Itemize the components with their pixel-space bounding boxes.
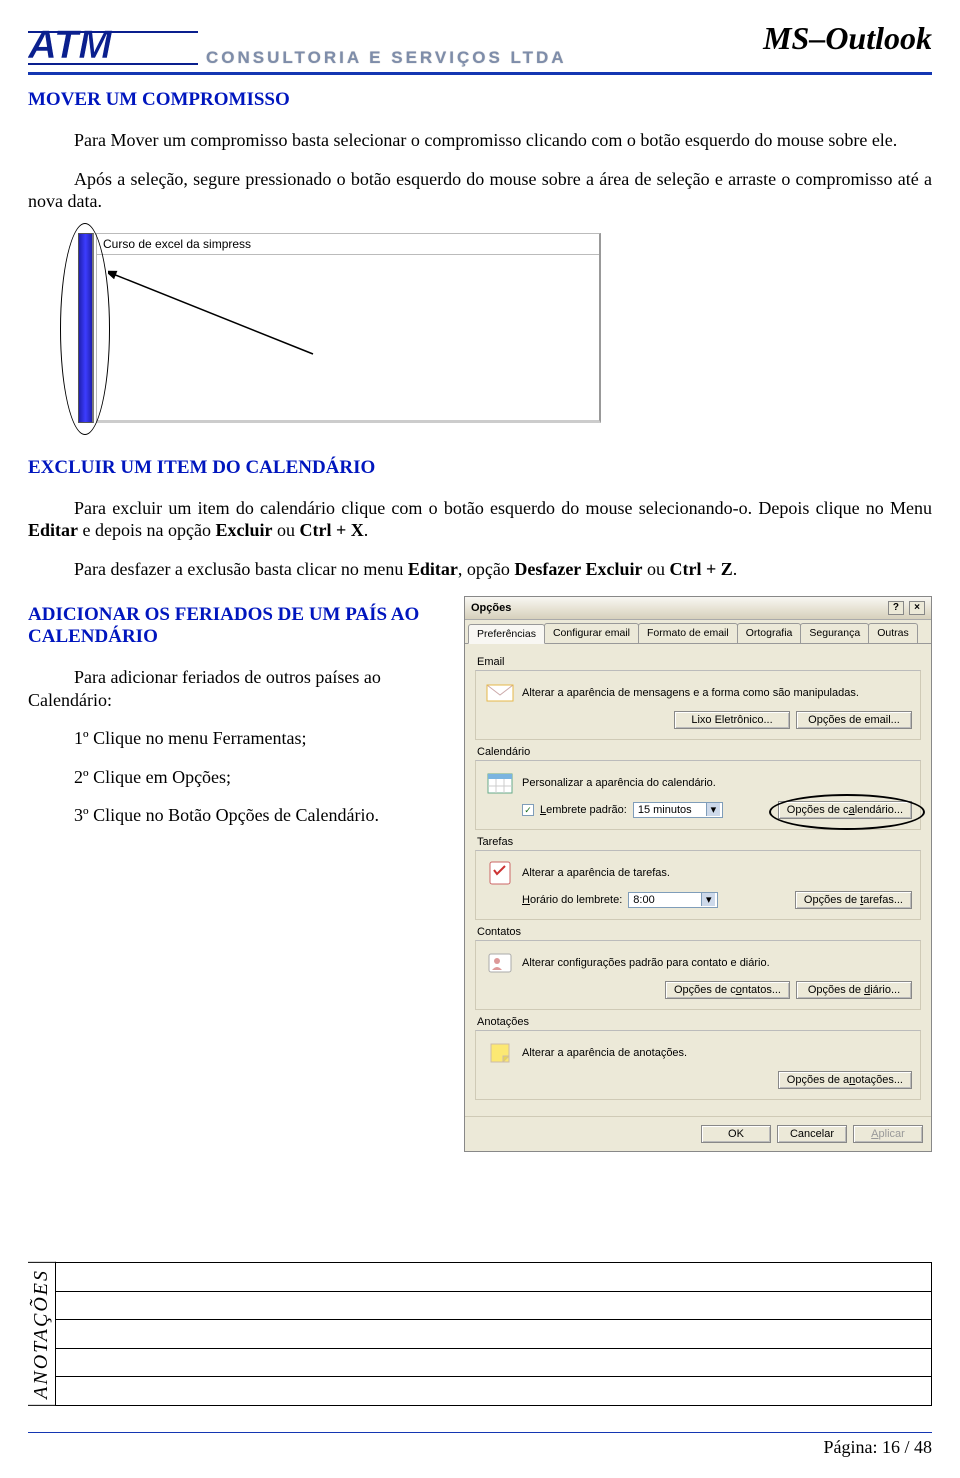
section3-para1: Para adicionar feriados de outros países… (28, 666, 448, 711)
section-heading-excluir: EXCLUIR UM ITEM DO CALENDÁRIO (28, 457, 932, 479)
section-notes: Alterar a aparência de anotações. Opções… (475, 1030, 921, 1100)
calendar-blue-bar (78, 233, 94, 423)
ok-button[interactable]: OK (701, 1125, 771, 1143)
section1-para2: Após a seleção, segure pressionado o bot… (28, 168, 932, 213)
section-tasks: Alterar a aparência de tarefas. Horário … (475, 850, 921, 920)
dialog-body: Email Alterar a aparência de mensagens e… (465, 644, 931, 1116)
annotations-box: ANOTAÇÕES (28, 1262, 932, 1406)
annotation-line (56, 1320, 931, 1349)
section-label-contacts: Contatos (477, 926, 921, 938)
email-desc: Alterar a aparência de mensagens e a for… (522, 687, 912, 699)
s2p1-b3: Ctrl + X (299, 520, 363, 540)
s2p2-d: . (733, 559, 738, 579)
section-email: Alterar a aparência de mensagens e a for… (475, 670, 921, 740)
section-label-tasks: Tarefas (477, 836, 921, 848)
s2p1-b1: Editar (28, 520, 78, 540)
section-contacts: Alterar configurações padrão para contat… (475, 940, 921, 1010)
section-label-email: Email (477, 656, 921, 668)
section2-para1: Para excluir um item do calendário cliqu… (28, 497, 932, 542)
tab-preferencias[interactable]: Preferências (468, 624, 545, 644)
tasks-icon (484, 859, 516, 887)
s2p1-c: ou (272, 520, 299, 540)
options-dialog: Opções ? × Preferências Configurar email… (464, 596, 932, 1152)
tasks-time-select[interactable]: 8:00 (628, 892, 718, 908)
reminder-checkbox[interactable]: ✓ (522, 804, 534, 816)
page-footer: Página: 16 / 48 (28, 1432, 932, 1458)
apply-button[interactable]: Aplicar (853, 1125, 923, 1143)
s2p2-c: ou (642, 559, 669, 579)
section3-step1: 1º Clique no menu Ferramentas; (28, 727, 448, 750)
calendar-event-box: Curso de excel da simpress (96, 233, 601, 423)
notes-icon (484, 1039, 516, 1067)
calendar-event-text: Curso de excel da simpress (97, 234, 599, 255)
section-heading-feriados: ADICIONAR OS FERIADOS DE UM PAÍS AO CALE… (28, 604, 448, 648)
tasks-reminder-label: Horário do lembrete: (522, 894, 622, 906)
logo-image: ATM (28, 20, 198, 70)
annotations-lines (56, 1262, 932, 1406)
journal-options-button[interactable]: Opções de diário... (796, 981, 912, 999)
dialog-titlebar: Opções ? × (465, 597, 931, 620)
section-calendar: Personalizar a aparência do calendário. … (475, 760, 921, 830)
header-title: MS–Outlook (763, 20, 932, 57)
s2p2-b: , opção (458, 559, 514, 579)
calendar-options-button[interactable]: Opções de calendário... (778, 801, 912, 819)
tasks-options-button[interactable]: Opções de tarefas... (795, 891, 912, 909)
annotation-line (56, 1263, 931, 1292)
close-button[interactable]: × (909, 601, 925, 615)
reminder-label: LLembrete padrão:embrete padrão: (540, 804, 627, 816)
section-heading-mover: MOVER UM COMPROMISSO (28, 89, 932, 111)
s2p1-b2: Excluir (215, 520, 272, 540)
notes-desc: Alterar a aparência de anotações. (522, 1047, 912, 1059)
section2-para2: Para desfazer a exclusão basta clicar no… (28, 558, 932, 581)
s2p1-b: e depois na opção (78, 520, 215, 540)
junk-email-button[interactable]: Lixo Eletrônico... (674, 711, 790, 729)
section3-step2: 2º Clique em Opções; (28, 766, 448, 789)
calendar-desc: Personalizar a aparência do calendário. (522, 777, 912, 789)
logo-subtitle: CONSULTORIA E SERVIÇOS LTDA (206, 23, 567, 68)
annotation-line (56, 1292, 931, 1321)
s2p1-a: Para excluir um item do calendário cliqu… (74, 498, 932, 518)
envelope-icon (484, 679, 516, 707)
annotation-line (56, 1377, 931, 1405)
cancel-button[interactable]: Cancelar (777, 1125, 847, 1143)
s2p2-b5: Desfazer Excluir (514, 559, 642, 579)
s2p2-b4: Editar (408, 559, 458, 579)
dialog-title-text: Opções (471, 602, 511, 614)
notes-options-button[interactable]: Opções de anotações... (778, 1071, 912, 1089)
figure-calendar-event: Curso de excel da simpress (56, 229, 616, 429)
contacts-icon (484, 949, 516, 977)
logo-block: ATM CONSULTORIA E SERVIÇOS LTDA (28, 20, 567, 70)
dialog-window-buttons: ? × (886, 601, 925, 615)
tab-configurar-email[interactable]: Configurar email (544, 623, 639, 643)
tab-outras[interactable]: Outras (868, 623, 918, 643)
section1-para1: Para Mover um compromisso basta selecion… (28, 129, 932, 152)
email-options-button[interactable]: Opções de email... (796, 711, 912, 729)
section-label-notes: Anotações (477, 1016, 921, 1028)
tab-ortografia[interactable]: Ortografia (737, 623, 802, 643)
tab-formato-email[interactable]: Formato de email (638, 623, 738, 643)
calendar-icon (484, 769, 516, 797)
reminder-select[interactable]: 15 minutos (633, 802, 723, 818)
page-header: ATM CONSULTORIA E SERVIÇOS LTDA MS–Outlo… (28, 20, 932, 75)
contacts-options-button[interactable]: Opções de contatos... (665, 981, 790, 999)
s2p2-b6: Ctrl + Z (669, 559, 732, 579)
s2p2-a: Para desfazer a exclusão basta clicar no… (74, 559, 408, 579)
s2p1-d: . (364, 520, 369, 540)
help-button[interactable]: ? (888, 601, 904, 615)
page-number: Página: 16 / 48 (824, 1437, 933, 1457)
section3-step3: 3º Clique no Botão Opções de Calendário. (28, 804, 448, 827)
contacts-desc: Alterar configurações padrão para contat… (522, 957, 912, 969)
section-label-calendar: Calendário (477, 746, 921, 758)
svg-text:ATM: ATM (28, 23, 113, 67)
annotation-line (56, 1349, 931, 1378)
dialog-footer: OK Cancelar Aplicar (465, 1116, 931, 1151)
annotations-label: ANOTAÇÕES (28, 1262, 56, 1406)
dialog-tabs: Preferências Configurar email Formato de… (465, 620, 931, 644)
tab-seguranca[interactable]: Segurança (800, 623, 869, 643)
tasks-desc: Alterar a aparência de tarefas. (522, 867, 912, 879)
